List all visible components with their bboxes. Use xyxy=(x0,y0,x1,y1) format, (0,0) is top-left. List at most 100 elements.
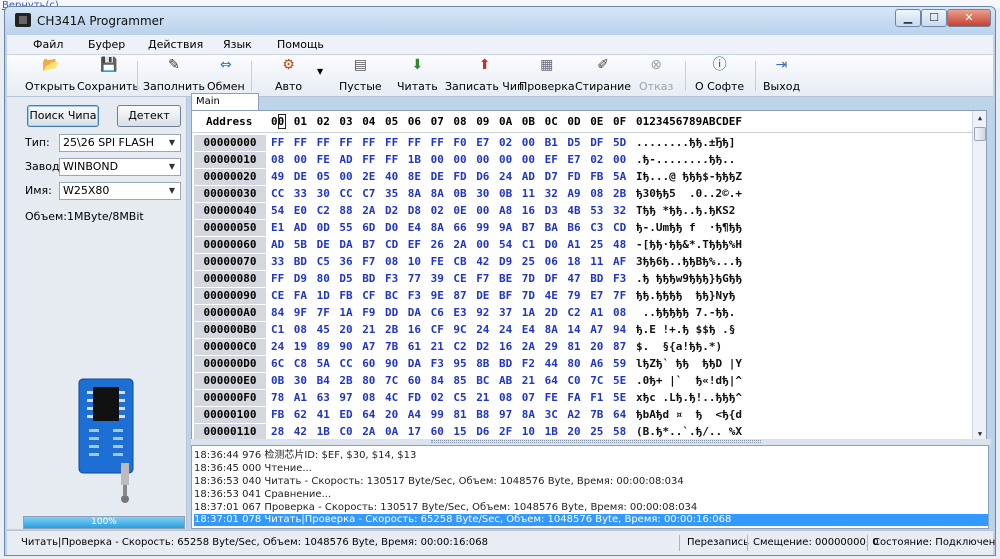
hex-byte[interactable]: FE xyxy=(317,152,330,168)
hex-byte[interactable]: 8E xyxy=(408,169,421,185)
scroll-up-icon[interactable]: ▲ xyxy=(973,111,986,125)
hex-byte[interactable]: F3 xyxy=(385,271,398,287)
hex-byte[interactable]: 14 xyxy=(567,322,580,338)
tab-main-memory[interactable]: Main Memory xyxy=(191,93,259,123)
hex-byte[interactable]: 35 xyxy=(385,186,398,202)
blank-check-button[interactable]: ▤ Пустые xyxy=(339,57,382,93)
hex-byte[interactable]: 64 xyxy=(613,407,626,423)
hex-byte[interactable]: 0B xyxy=(453,186,466,202)
ascii-text[interactable]: ..ђђђђђ 7.-ђђ. xyxy=(636,305,736,321)
hex-row[interactable]: 00000100 FB 62 41 ED 64 20 A4 99 81 B8 97 8A 3C A2 7B 64… xyxy=(192,407,972,424)
hex-byte[interactable]: 2A xyxy=(453,237,466,253)
hex-byte[interactable]: B4 xyxy=(317,373,330,389)
hex-byte[interactable]: 33 xyxy=(294,186,307,202)
hex-byte[interactable]: 8A xyxy=(408,186,421,202)
hex-byte[interactable]: FF xyxy=(339,135,352,151)
hex-byte[interactable]: 60 xyxy=(431,424,444,440)
hex-byte[interactable]: 08 xyxy=(294,322,307,338)
hex-byte[interactable]: 2F xyxy=(499,424,512,440)
hex-byte[interactable]: 00 xyxy=(522,135,535,151)
hex-byte[interactable]: E4 xyxy=(408,220,421,236)
hex-byte[interactable]: 89 xyxy=(317,339,330,355)
hex-byte[interactable]: C6 xyxy=(431,305,444,321)
hex-byte[interactable]: FF xyxy=(385,152,398,168)
close-button[interactable]: ✕ xyxy=(947,9,991,27)
hex-byte[interactable]: 2B xyxy=(613,186,626,202)
hex-byte[interactable]: F7 xyxy=(476,271,489,287)
hex-byte[interactable]: 92 xyxy=(476,305,489,321)
hex-byte[interactable]: C8 xyxy=(294,356,307,372)
hex-byte[interactable]: 2B xyxy=(385,322,398,338)
hex-byte[interactable]: D2 xyxy=(476,339,489,355)
hex-byte[interactable]: 0D xyxy=(317,220,330,236)
hex-byte[interactable]: 44 xyxy=(545,356,558,372)
vendor-select[interactable]: WINBOND ▼ xyxy=(59,158,181,176)
hex-byte[interactable]: BD xyxy=(499,356,512,372)
hex-byte[interactable]: 16 xyxy=(499,339,512,355)
hex-byte[interactable]: D5 xyxy=(567,135,580,151)
hex-byte[interactable]: 1A xyxy=(522,305,535,321)
hex-byte[interactable]: FE xyxy=(431,254,444,270)
hex-row[interactable]: 00000010 08 00 FE AD FF FF 1B 00 00 00 00 00 EF E7 02 00… xyxy=(192,152,972,169)
hex-byte[interactable]: 07 xyxy=(522,390,535,406)
hex-byte[interactable]: 19 xyxy=(294,339,307,355)
hex-byte[interactable]: 55 xyxy=(339,220,352,236)
hex-byte[interactable]: 10 xyxy=(408,254,421,270)
hex-byte[interactable]: FF xyxy=(431,135,444,151)
hex-byte[interactable]: A1 xyxy=(567,237,580,253)
hex-byte[interactable]: 5B xyxy=(294,237,307,253)
hex-byte[interactable]: BA xyxy=(545,220,558,236)
hex-byte[interactable]: FF xyxy=(362,152,375,168)
hex-byte[interactable]: FE xyxy=(545,390,558,406)
save-button[interactable]: 💾 Сохранить xyxy=(77,57,139,93)
hex-byte[interactable]: DF xyxy=(590,135,603,151)
hex-byte[interactable]: DE xyxy=(476,288,489,304)
hex-byte[interactable]: 08 xyxy=(271,152,284,168)
hex-byte[interactable]: CB xyxy=(453,254,466,270)
hex-byte[interactable]: 5E xyxy=(613,390,626,406)
hex-byte[interactable]: 16 xyxy=(522,203,535,219)
hex-byte[interactable]: 47 xyxy=(567,271,580,287)
hex-byte[interactable]: AB xyxy=(499,373,512,389)
hex-byte[interactable]: 20 xyxy=(385,407,398,423)
hex-byte[interactable]: 08 xyxy=(613,305,626,321)
about-button[interactable]: ⓘ О Софте xyxy=(695,57,744,93)
hex-byte[interactable]: 84 xyxy=(431,373,444,389)
hex-byte[interactable]: 00 xyxy=(613,152,626,168)
hex-byte[interactable]: BC xyxy=(476,373,489,389)
hex-byte[interactable]: FF xyxy=(294,135,307,151)
hex-byte[interactable]: D9 xyxy=(294,271,307,287)
hex-byte[interactable]: 40 xyxy=(385,169,398,185)
ascii-text[interactable]: lђZђ` ђђ ђђD |Y xyxy=(636,356,742,372)
hex-byte[interactable]: B8 xyxy=(476,407,489,423)
auto-dropdown-arrow-icon[interactable]: ▼ xyxy=(317,67,323,76)
hex-byte[interactable]: 7C xyxy=(385,373,398,389)
hex-byte[interactable]: EF xyxy=(545,152,558,168)
hex-byte[interactable]: 79 xyxy=(567,288,580,304)
hex-byte[interactable]: DA xyxy=(408,305,421,321)
hex-byte[interactable]: 85 xyxy=(453,373,466,389)
type-select[interactable]: 25\26 SPI FLASH ▼ xyxy=(59,134,181,152)
hex-byte[interactable]: 10 xyxy=(522,424,535,440)
hex-byte[interactable]: A1 xyxy=(294,390,307,406)
hex-row[interactable]: 00000060 AD 5B DE DA B7 CD EF 26 2A 00 54 C1 D0 A1 25 48… xyxy=(192,237,972,254)
hex-byte[interactable]: 5A xyxy=(613,169,626,185)
hex-byte[interactable]: A7 xyxy=(362,339,375,355)
hex-byte[interactable]: 7F xyxy=(317,305,330,321)
hex-byte[interactable]: 8A xyxy=(545,322,558,338)
hex-byte[interactable]: BD xyxy=(590,271,603,287)
hex-byte[interactable]: 1B xyxy=(317,424,330,440)
hex-byte[interactable]: 24 xyxy=(271,339,284,355)
hex-byte[interactable]: 87 xyxy=(453,288,466,304)
name-select[interactable]: W25X80 ▼ xyxy=(59,182,181,200)
hex-byte[interactable]: DE xyxy=(431,169,444,185)
hex-byte[interactable]: CC xyxy=(271,186,284,202)
hex-byte[interactable]: B6 xyxy=(567,220,580,236)
hex-byte[interactable]: 7D xyxy=(522,288,535,304)
menu-actions[interactable]: Действия xyxy=(148,38,203,51)
hex-byte[interactable]: CF xyxy=(362,288,375,304)
hex-byte[interactable]: 1B xyxy=(545,424,558,440)
hex-byte[interactable]: 20 xyxy=(590,339,603,355)
hex-byte[interactable]: FF xyxy=(271,271,284,287)
hex-byte[interactable]: 9F xyxy=(294,305,307,321)
